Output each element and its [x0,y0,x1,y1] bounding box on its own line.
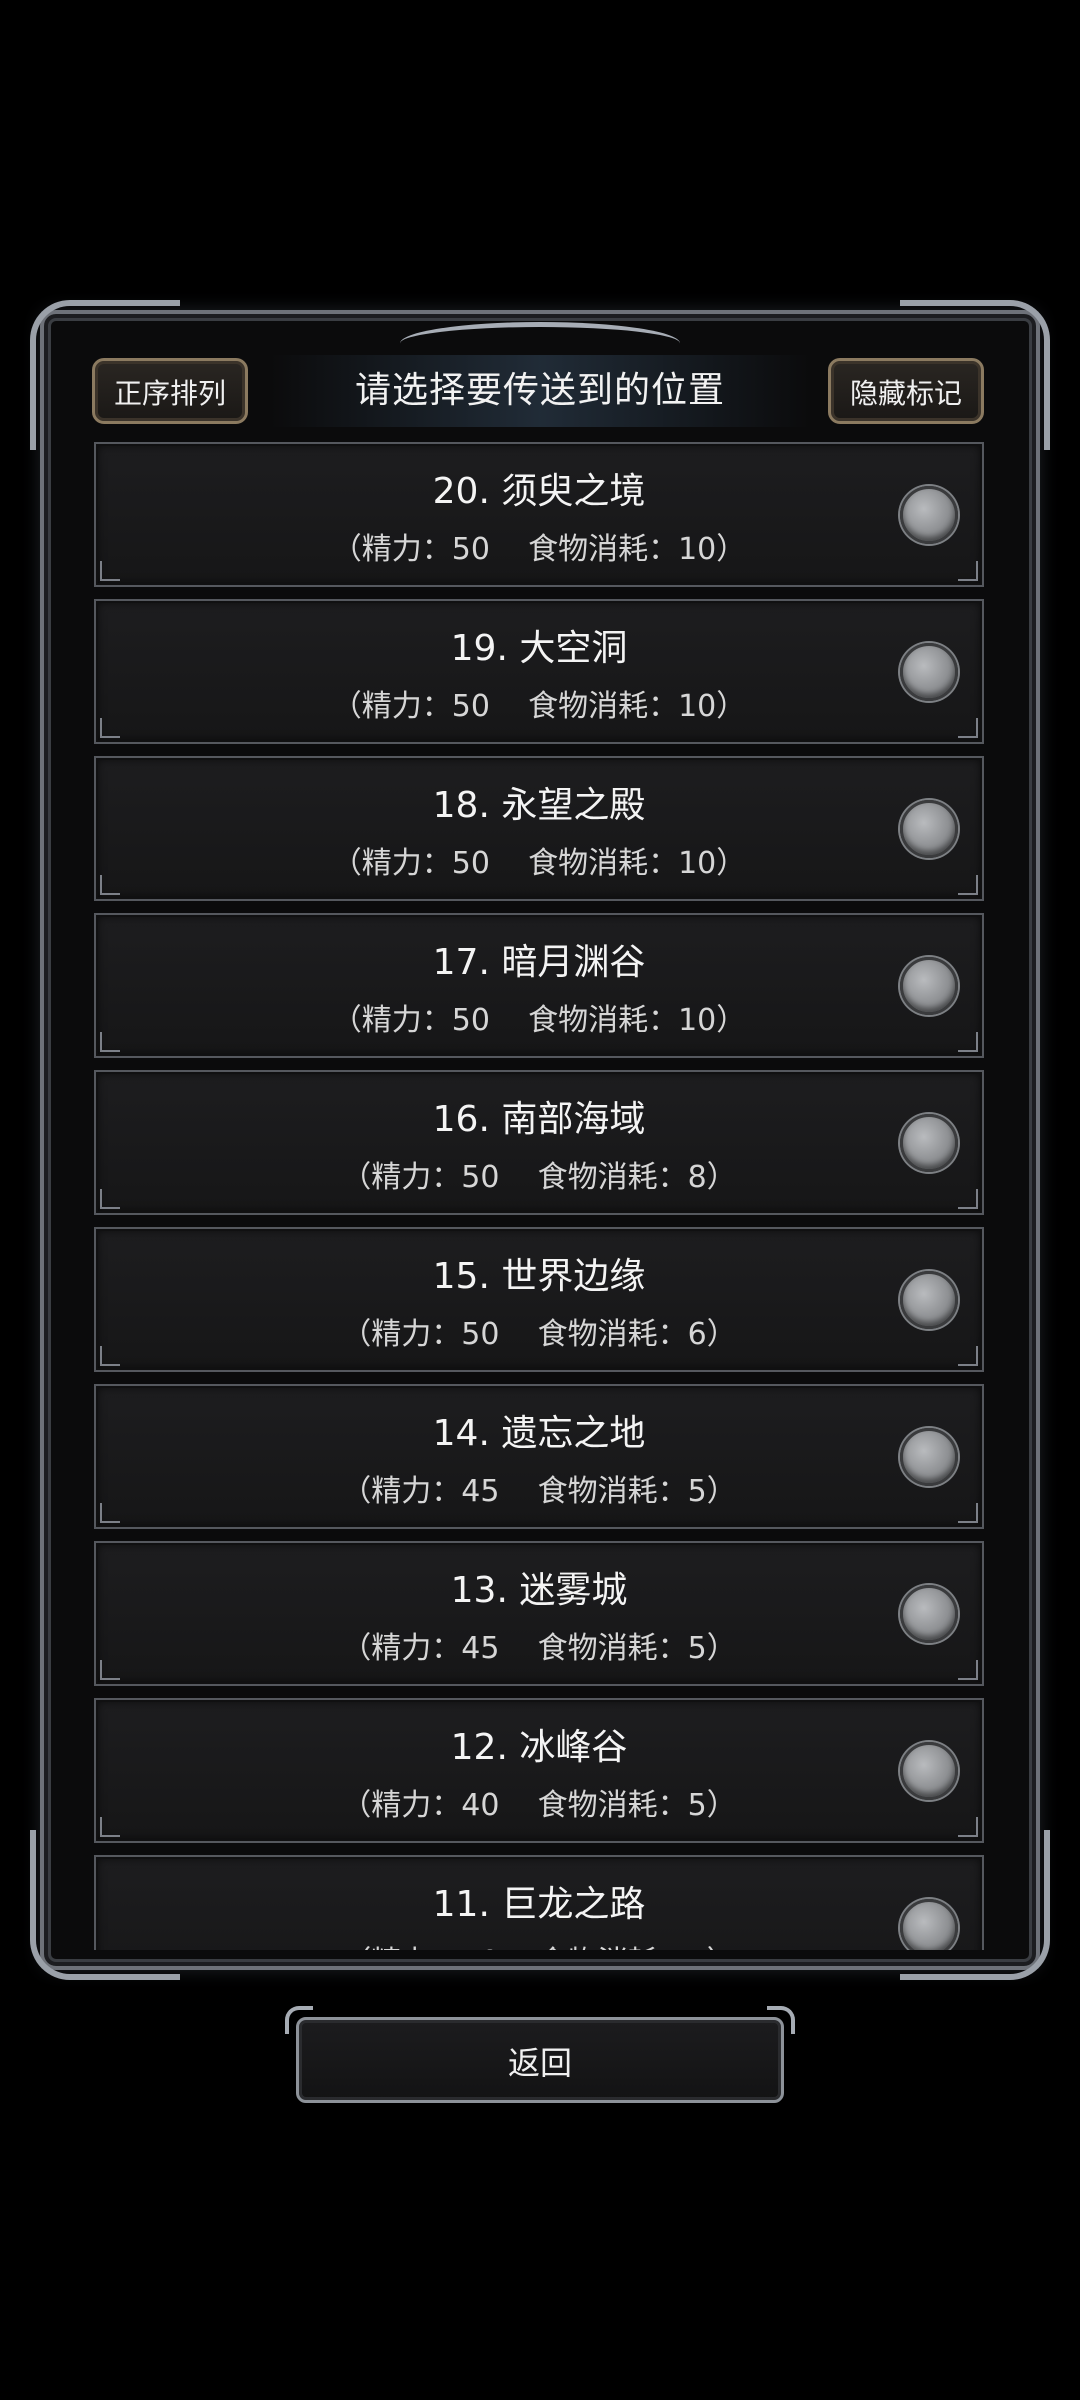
location-radio-button[interactable] [900,1114,958,1172]
location-row[interactable]: 12. 冰峰谷 （精力：40 食物消耗：5） [94,1698,984,1843]
location-row[interactable]: 18. 永望之殿 （精力：50 食物消耗：10） [94,756,984,901]
location-stats: （精力：45 食物消耗：5） [341,1474,737,1509]
location-radio-button[interactable] [900,1742,958,1800]
location-row[interactable]: 16. 南部海域 （精力：50 食物消耗：8） [94,1070,984,1215]
location-row[interactable]: 13. 迷雾城 （精力：45 食物消耗：5） [94,1541,984,1686]
location-stats: （精力：45 食物消耗：5） [341,1631,737,1666]
location-name: 17. 暗月渊谷 [432,942,646,983]
location-row[interactable]: 14. 遗忘之地 （精力：45 食物消耗：5） [94,1384,984,1529]
location-name: 13. 迷雾城 [450,1570,628,1611]
location-row[interactable]: 20. 须臾之境 （精力：50 食物消耗：10） [94,442,984,587]
location-radio-button[interactable] [900,957,958,1015]
sort-order-button[interactable]: 正序排列 [92,358,248,424]
location-name: 15. 世界边缘 [432,1256,646,1297]
location-name: 18. 永望之殿 [432,785,646,826]
location-name: 14. 遗忘之地 [432,1413,646,1454]
location-stats: （精力：50 食物消耗：10） [331,532,747,567]
location-radio-button[interactable] [900,486,958,544]
location-radio-button[interactable] [900,1585,958,1643]
location-name: 12. 冰峰谷 [450,1727,628,1768]
back-button[interactable]: 返回 [285,2006,795,2103]
location-name: 11. 巨龙之路 [432,1884,646,1925]
location-radio-button[interactable] [900,1428,958,1486]
location-stats: （精力：50 食物消耗：8） [341,1160,737,1195]
location-radio-button[interactable] [900,1899,958,1950]
location-name: 16. 南部海域 [432,1099,646,1140]
hide-marks-button[interactable]: 隐藏标记 [828,358,984,424]
location-row[interactable]: 19. 大空洞 （精力：50 食物消耗：10） [94,599,984,744]
location-stats: （精力：40 食物消耗：5） [341,1788,737,1823]
location-stats: （精力：40 食物消耗：5） [96,1937,982,1950]
location-stats: （精力：50 食物消耗：10） [331,1003,747,1038]
location-name: 19. 大空洞 [450,628,628,669]
location-row[interactable]: 15. 世界边缘 （精力：50 食物消耗：6） [94,1227,984,1372]
location-radio-button[interactable] [900,800,958,858]
location-name: 20. 须臾之境 [432,471,646,512]
location-stats: （精力：50 食物消耗：10） [331,689,747,724]
location-row[interactable]: 17. 暗月渊谷 （精力：50 食物消耗：10） [94,913,984,1058]
location-list[interactable]: 20. 须臾之境 （精力：50 食物消耗：10） 19. 大空洞 （精力：50 … [94,442,984,1950]
location-radio-button[interactable] [900,1271,958,1329]
location-stats: （精力：50 食物消耗：6） [341,1317,737,1352]
location-row[interactable]: 11. 巨龙之路 （精力：40 食物消耗：5） [94,1855,984,1950]
location-radio-button[interactable] [900,643,958,701]
page-title: 请选择要传送到的位置 [270,355,810,427]
location-stats: （精力：50 食物消耗：10） [331,846,747,881]
